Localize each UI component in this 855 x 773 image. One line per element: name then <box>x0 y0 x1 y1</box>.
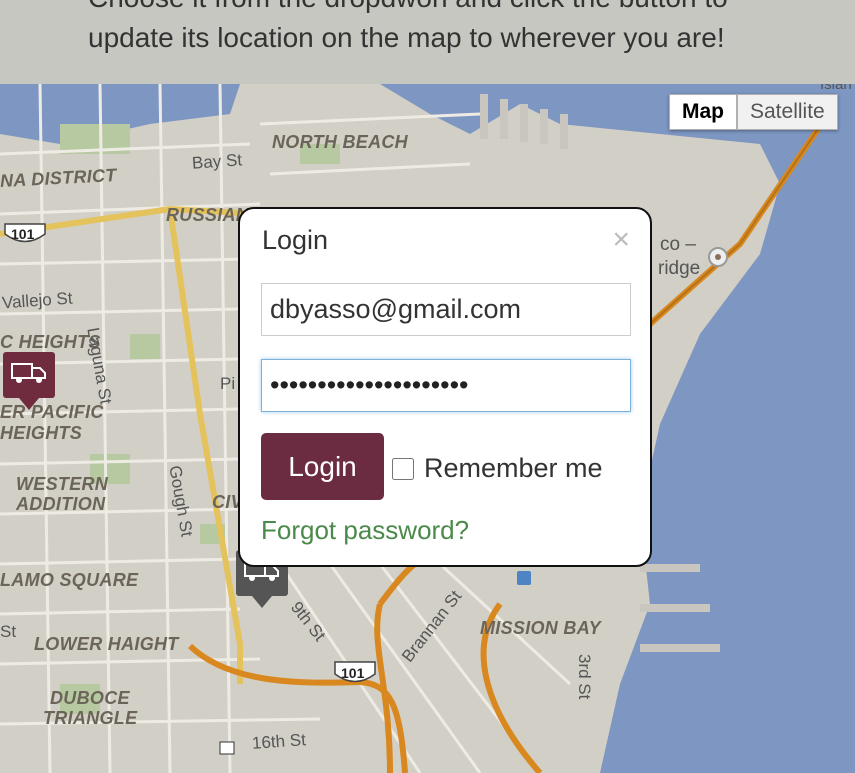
label-16th-st: 16th St <box>251 730 307 753</box>
label-lower-pacific-1: ER PACIFIC <box>0 402 104 422</box>
label-st: St <box>0 622 17 641</box>
login-button[interactable]: Login <box>261 433 384 500</box>
remember-me-label: Remember me <box>424 453 603 483</box>
instructions-line-1: Choose it from the dropdwon and click th… <box>88 0 728 14</box>
map-type-satellite-button[interactable]: Satellite <box>737 94 838 130</box>
label-russian-hill: RUSSIAN <box>166 205 250 225</box>
label-lower-haight: LOWER HAIGHT <box>34 634 179 654</box>
instructions-line-2: update its location on the map to wherev… <box>88 22 725 53</box>
label-mission-bay: MISSION BAY <box>480 618 601 638</box>
truck-icon <box>11 363 46 383</box>
instructions-banner: Choose it from the dropdwon and click th… <box>0 0 855 84</box>
label-north-beach: NORTH BEACH <box>272 132 408 152</box>
label-sf-2: ridge <box>658 258 701 279</box>
hwy-101-shield-a: 101 <box>11 226 35 242</box>
map-type-map-button[interactable]: Map <box>669 94 737 130</box>
label-duboce-2: TRIANGLE <box>43 708 138 728</box>
label-western-addition-2: ADDITION <box>16 494 106 514</box>
map-type-control: Map Satellite <box>669 94 838 130</box>
label-duboce-1: DUBOCE <box>50 688 130 708</box>
remember-me[interactable]: Remember me <box>392 453 603 484</box>
modal-title: Login <box>262 225 329 255</box>
label-pi: Pi <box>220 374 236 393</box>
label-alamo-square: LAMO SQUARE <box>0 570 139 590</box>
close-icon[interactable]: × <box>612 223 630 257</box>
remember-me-checkbox[interactable] <box>392 457 414 480</box>
forgot-password-link[interactable]: Forgot password? <box>261 515 469 546</box>
email-field[interactable] <box>261 283 631 336</box>
label-lower-pacific-2: HEIGHTS <box>0 423 83 443</box>
hwy-101-shield-b: 101 <box>341 665 365 681</box>
label-island: Islan <box>820 84 852 93</box>
food-truck-marker[interactable] <box>3 352 55 410</box>
login-modal: Login × Login Remember me Forgot passwor… <box>238 207 652 567</box>
label-bay-st: Bay St <box>191 150 243 173</box>
label-sf-1: co – <box>660 234 696 255</box>
password-field[interactable] <box>261 359 631 412</box>
label-western-addition-1: WESTERN <box>16 474 109 494</box>
label-3rd-st: 3rd St <box>575 654 594 700</box>
